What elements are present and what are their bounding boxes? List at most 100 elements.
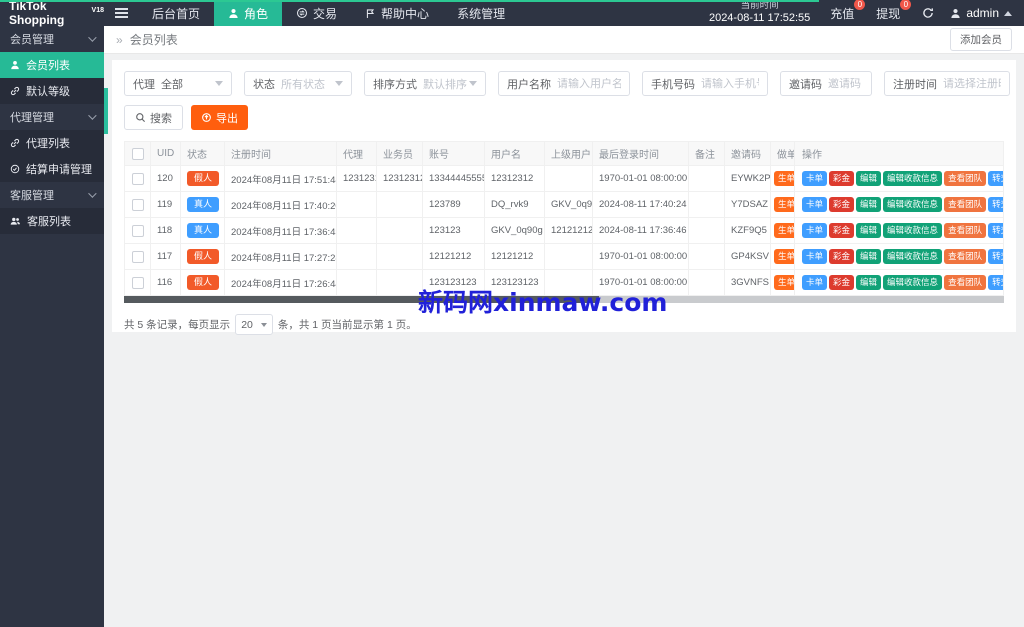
sidebar-item-agent-list[interactable]: 代理列表: [0, 130, 104, 156]
nav-item-help[interactable]: 帮助中心: [351, 0, 443, 26]
sidebar-item-settlement[interactable]: 结算申请管理: [0, 156, 104, 182]
cell-account: 13344445555: [422, 165, 485, 192]
app-logo-version: V18: [91, 6, 104, 14]
edit-button[interactable]: 编辑: [856, 196, 882, 213]
main-area: » 会员列表 添加会员 代理 全部 状态 所有状态 排序方式 默认排序 用户名称: [104, 26, 1024, 627]
invite-code-input[interactable]: [828, 77, 863, 90]
transfer-button[interactable]: 转交: [988, 222, 1003, 239]
sidebar-scrollbar-thumb[interactable]: [104, 88, 108, 134]
cell-username: 12121212: [484, 243, 545, 270]
row-checkbox[interactable]: [131, 224, 144, 237]
edit-payment-button[interactable]: 编辑收款信息: [883, 222, 943, 239]
bonus-button[interactable]: 彩金: [829, 170, 855, 187]
view-team-button[interactable]: 查看团队: [944, 222, 987, 239]
edit-payment-button[interactable]: 编辑收款信息: [883, 248, 943, 265]
chevron-down-icon: [88, 33, 97, 42]
edit-payment-button[interactable]: 编辑收款信息: [883, 274, 943, 291]
edit-button[interactable]: 编辑: [856, 222, 882, 239]
nav-item-role[interactable]: 角色: [214, 0, 283, 26]
make-order-button[interactable]: 生单: [774, 196, 794, 213]
chevron-down-icon: [88, 111, 97, 120]
username-filter: 用户名称: [498, 71, 630, 96]
make-order-button[interactable]: 生单: [774, 170, 794, 187]
horizontal-scrollbar-thumb[interactable]: [124, 296, 600, 303]
app-logo: TikTok Shopping V18: [0, 0, 104, 27]
cell-reg-time: 2024年08月11日 17:36:43: [224, 217, 337, 244]
status-badge: 真人: [187, 223, 220, 238]
bonus-button[interactable]: 彩金: [829, 274, 855, 291]
transfer-button[interactable]: 转交: [988, 248, 1003, 265]
transfer-button[interactable]: 转交: [988, 196, 1003, 213]
cell-account: 123123: [422, 217, 485, 244]
hamburger-menu-icon[interactable]: [104, 0, 138, 26]
sort-select[interactable]: 排序方式 默认排序: [364, 71, 486, 96]
withdraw-link[interactable]: 提现 0: [876, 0, 912, 22]
sidebar-item-member-list[interactable]: 会员列表: [0, 52, 104, 78]
nav-item-trade[interactable]: 交易: [282, 0, 351, 26]
sidebar-group-service[interactable]: 客服管理: [0, 182, 104, 208]
row-checkbox[interactable]: [131, 250, 144, 263]
sidebar-item-default-level[interactable]: 默认等级: [0, 78, 104, 104]
per-page-select[interactable]: 20: [235, 314, 273, 335]
edit-button[interactable]: 编辑: [856, 274, 882, 291]
edit-payment-button[interactable]: 编辑收款信息: [883, 196, 943, 213]
search-button[interactable]: 搜索: [124, 105, 183, 130]
username-input[interactable]: [557, 77, 621, 90]
register-time-input[interactable]: [943, 77, 1001, 90]
cell-remark: [688, 165, 725, 192]
table-row: 118 真人 2024年08月11日 17:36:43 123123 GKV_0…: [124, 217, 1004, 244]
person-icon: [951, 8, 960, 18]
refresh-icon[interactable]: [922, 7, 934, 19]
cell-salesman: [376, 243, 423, 270]
view-team-button[interactable]: 查看团队: [944, 274, 987, 291]
nav-item-system[interactable]: 系统管理: [443, 0, 519, 26]
card-order-button[interactable]: 卡单: [802, 274, 828, 291]
member-list-card: 代理 全部 状态 所有状态 排序方式 默认排序 用户名称 手机号码: [112, 60, 1016, 335]
transfer-button[interactable]: 转交: [988, 274, 1003, 291]
sidebar-group-agent[interactable]: 代理管理: [0, 104, 104, 130]
sort-select-placeholder: 默认排序: [423, 78, 467, 91]
recharge-link[interactable]: 充值 0: [830, 0, 866, 22]
bonus-button[interactable]: 彩金: [829, 222, 855, 239]
nav-item-dashboard[interactable]: 后台首页: [138, 0, 214, 26]
bonus-button[interactable]: 彩金: [829, 248, 855, 265]
row-checkbox[interactable]: [131, 198, 144, 211]
add-member-button[interactable]: 添加会员: [950, 28, 1012, 51]
sidebar-group-member[interactable]: 会员管理: [0, 26, 104, 52]
transfer-button[interactable]: 转交: [988, 170, 1003, 187]
cell-username: 123123123: [484, 269, 545, 296]
breadcrumb-label: 会员列表: [129, 33, 178, 47]
sidebar-item-service-list[interactable]: 客服列表: [0, 208, 104, 234]
link-icon: [10, 138, 20, 148]
invite-code-filter: 邀请码: [780, 71, 872, 96]
card-order-button[interactable]: 卡单: [802, 248, 828, 265]
card-order-button[interactable]: 卡单: [802, 222, 828, 239]
view-team-button[interactable]: 查看团队: [944, 170, 987, 187]
view-team-button[interactable]: 查看团队: [944, 248, 987, 265]
cell-uid: 116: [150, 269, 181, 296]
select-all-checkbox[interactable]: [131, 147, 144, 160]
card-order-button[interactable]: 卡单: [802, 196, 828, 213]
cell-remark: [688, 191, 725, 218]
row-checkbox[interactable]: [131, 276, 144, 289]
export-button[interactable]: 导出: [191, 105, 248, 130]
make-order-button[interactable]: 生单: [774, 248, 794, 265]
make-order-button[interactable]: 生单: [774, 274, 794, 291]
row-checkbox[interactable]: [131, 172, 144, 185]
phone-input[interactable]: [701, 77, 759, 90]
view-team-button[interactable]: 查看团队: [944, 196, 987, 213]
user-menu[interactable]: admin: [950, 6, 1012, 20]
card-order-button[interactable]: 卡单: [802, 170, 828, 187]
make-order-button[interactable]: 生单: [774, 222, 794, 239]
horizontal-scrollbar[interactable]: [124, 296, 1004, 303]
users-icon: [10, 217, 20, 225]
agent-select[interactable]: 代理 全部: [124, 71, 232, 96]
status-select[interactable]: 状态 所有状态: [244, 71, 352, 96]
recharge-badge: 0: [854, 0, 866, 10]
table-row: 117 假人 2024年08月11日 17:27:28 12121212 121…: [124, 243, 1004, 270]
edit-payment-button[interactable]: 编辑收款信息: [883, 170, 943, 187]
bonus-button[interactable]: 彩金: [829, 196, 855, 213]
table-row: 116 假人 2024年08月11日 17:26:44 123123123 12…: [124, 269, 1004, 296]
edit-button[interactable]: 编辑: [856, 170, 882, 187]
edit-button[interactable]: 编辑: [856, 248, 882, 265]
